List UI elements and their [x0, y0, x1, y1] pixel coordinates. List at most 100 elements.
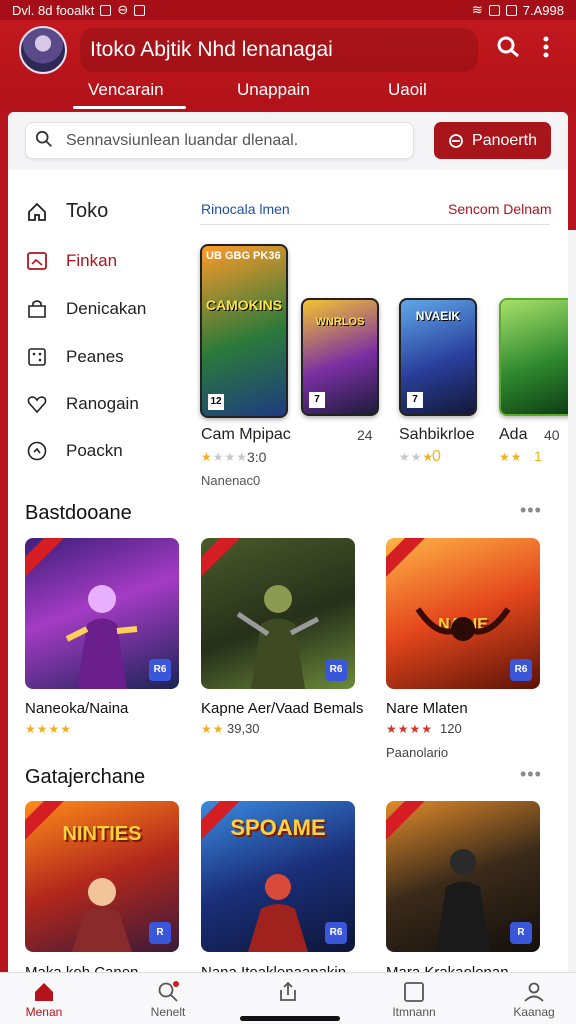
star-rating: ★★★★: [386, 722, 434, 736]
game-rating: 120: [440, 721, 462, 736]
featured-cover-text: WNRLOS: [315, 315, 365, 328]
search-button-icon: [449, 133, 463, 148]
share-icon: [275, 979, 301, 1005]
sidebar-item-label: Ranogain: [66, 394, 139, 413]
search-button[interactable]: Panoerth: [434, 122, 551, 159]
game-sub: Paanolario: [386, 745, 449, 760]
nav-item-share[interactable]: [248, 979, 328, 1005]
hero-figure: [415, 607, 511, 641]
tab-uaoil[interactable]: Uaoil: [388, 80, 427, 100]
nav-item-home[interactable]: Menan: [4, 979, 84, 1019]
search-box: [25, 122, 414, 159]
image-icon: [26, 250, 48, 272]
rating-corner-badge: R: [149, 922, 171, 944]
game-name[interactable]: Kapne Aer/Vaad Bemals: [201, 700, 363, 717]
age-badge: 7: [309, 392, 325, 408]
featured-right-link[interactable]: Sencom Delnam: [448, 201, 552, 217]
hero-figure: [248, 874, 308, 952]
section-title: Gatajerchane: [25, 766, 146, 788]
status-text: Dvl. 8d fooalkt: [12, 2, 95, 18]
game-rating: 39,30: [227, 721, 260, 736]
sidebar-item-peanes[interactable]: Peanes: [26, 346, 124, 368]
featured-extra-3: 40: [544, 427, 560, 443]
featured-rating-2: 0: [432, 448, 441, 465]
nav-label: Kaanag: [513, 1005, 555, 1019]
featured-rating-3: 1: [534, 448, 542, 464]
featured-name-1: Cam Mpipac: [201, 426, 291, 443]
game-tile[interactable]: SPOAME R6: [201, 801, 355, 952]
featured-card-3[interactable]: NVAEIK 7: [399, 298, 477, 416]
search-user-icon[interactable]: [495, 34, 521, 67]
sidebar-item-poackn[interactable]: Poackn: [26, 440, 123, 462]
game-tile[interactable]: R6: [25, 538, 179, 689]
dice-icon: [26, 346, 48, 368]
age-badge: 12: [208, 394, 224, 410]
mail-icon: [134, 4, 146, 16]
rating-corner-badge: R: [510, 922, 532, 944]
game-tile[interactable]: NINTIES R: [25, 801, 179, 952]
sidebar-item-label: Finkan: [66, 251, 118, 270]
nav-label: Nenelt: [150, 1005, 186, 1019]
game-tile[interactable]: NAIHE R6: [386, 538, 540, 689]
hero-figure: [236, 585, 320, 689]
search-row: Panoerth: [8, 112, 568, 170]
game-name[interactable]: Naneoka/Naina: [25, 700, 128, 717]
status-time: 7.A998: [522, 2, 564, 18]
nav-item-search[interactable]: Nenelt: [128, 979, 208, 1019]
nav-item-profile[interactable]: Kaanag: [494, 979, 574, 1019]
sidebar-item-ranogain[interactable]: Ranogain: [26, 393, 139, 415]
search-icon: [35, 130, 52, 147]
app-header: Itoko Abjtik Nhd lenanagai Vencarain Una…: [0, 20, 576, 110]
star-rating: ★★★★: [201, 450, 249, 464]
sync-icon: ⊖: [117, 2, 129, 17]
featured-card-2[interactable]: WNRLOS 7: [301, 298, 379, 416]
game-tile[interactable]: R: [386, 801, 540, 952]
tab-unappain[interactable]: Unappain: [237, 80, 310, 100]
featured-rating-1: 3:0: [247, 449, 267, 465]
ribbon: [386, 538, 428, 581]
featured-name-2: Sahbikrloe: [399, 426, 475, 443]
game-tile[interactable]: R6: [201, 538, 355, 689]
home-icon: [26, 201, 48, 223]
sidebar-item-denicakan[interactable]: Denicakan: [26, 298, 146, 320]
tab-vencarain[interactable]: Vencarain: [88, 80, 164, 100]
more-vert-icon[interactable]: [540, 34, 552, 67]
featured-extra-1: 24: [357, 427, 373, 443]
hero-figure: [65, 585, 138, 689]
square-icon: [401, 979, 427, 1005]
star-rating: ★★★★: [25, 722, 73, 736]
game-name[interactable]: Nare Mlaten: [386, 700, 468, 717]
header-tabs: Vencarain Unappain Uaoil: [0, 78, 576, 110]
sidebar-item-label: Peanes: [66, 347, 124, 366]
star-rating: ★★: [499, 450, 523, 464]
search-input[interactable]: [66, 123, 406, 158]
star-rating: ★★★: [399, 450, 435, 464]
avatar[interactable]: [19, 26, 67, 74]
featured-card-4[interactable]: [499, 298, 568, 416]
home-indicator[interactable]: [240, 1016, 340, 1021]
sidebar-item-finkan[interactable]: Finkan: [26, 250, 117, 272]
featured-name-3: Ada: [499, 426, 528, 443]
featured-left-link[interactable]: Rinocala lmen: [201, 201, 290, 217]
more-horiz-icon[interactable]: •••: [520, 764, 542, 785]
featured-card-1[interactable]: UB GBG PK36 CAMOKINS 12: [200, 244, 288, 418]
featured-divider: [200, 224, 550, 225]
game-tile-title: SPOAME: [230, 815, 326, 840]
sidebar-item-label: Poackn: [66, 441, 123, 460]
app-title: Itoko Abjtik Nhd lenanagai: [80, 28, 478, 72]
bag-icon: [26, 298, 48, 320]
sidebar-item-label: Denicakan: [66, 299, 147, 318]
nav-label: Itmnann: [392, 1005, 436, 1019]
nav-label: Menan: [25, 1005, 63, 1019]
sidebar-home[interactable]: Toko: [26, 200, 108, 223]
battery-icon: [505, 4, 517, 16]
profile-icon: [521, 979, 547, 1005]
notification-icon: [100, 4, 112, 16]
status-bar: Dvl. 8d fooalkt ⊖ ≋ 7.A998: [0, 0, 576, 20]
signal-icon: [488, 4, 500, 16]
rating-corner-badge: R6: [510, 659, 532, 681]
featured-cover-text: NVAEIK: [415, 309, 461, 324]
nav-item-library[interactable]: Itmnann: [374, 979, 454, 1019]
more-horiz-icon[interactable]: •••: [520, 500, 542, 521]
game-tile-title: NINTIES: [62, 823, 142, 845]
